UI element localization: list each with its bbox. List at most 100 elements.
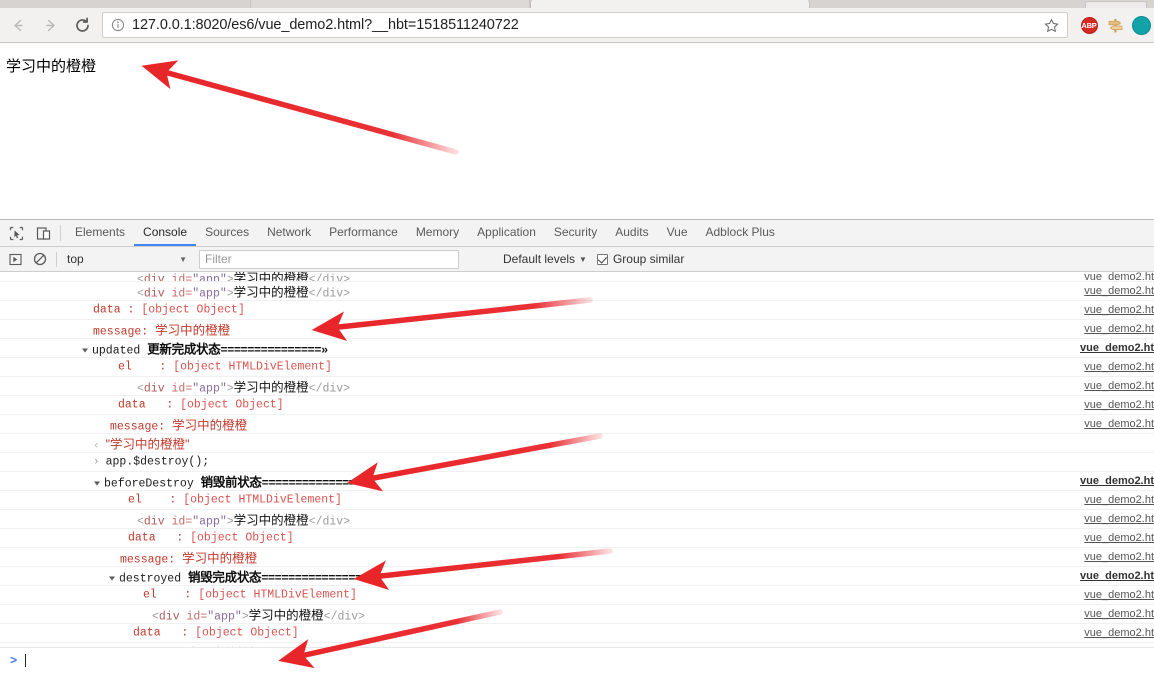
extension-adblock-plus-button[interactable]: ABP [1076, 12, 1102, 38]
console-key-value: el : [object HTMLDivElement] [118, 360, 332, 374]
console-message-value: message: 学习中的橙橙 [120, 551, 258, 567]
tab-sources[interactable]: Sources [196, 220, 258, 246]
page-viewport: 学习中的橙橙 [0, 44, 1154, 219]
star-icon [1043, 17, 1059, 32]
clear-console-icon [33, 252, 47, 266]
console-toolbar-divider [56, 251, 57, 267]
console-row[interactable]: <div id="app">学习中的橙橙</div> vue_demo2.ht [0, 605, 1154, 624]
console-row[interactable]: message: 学习中的橙橙 vue_demo2.ht [0, 415, 1154, 434]
console-row[interactable]: <div id="app">学习中的橙橙</div> vue_demo2.ht [0, 282, 1154, 301]
bookmark-star-button[interactable] [1041, 15, 1061, 35]
console-rows: <div id="app">学习中的橙橙</div> vue_demo2.ht <d… [0, 272, 1154, 673]
collapse-triangle-icon [109, 576, 115, 581]
arrow-left-icon [13, 19, 23, 31]
browser-toolbar: 127.0.0.1:8020/es6/vue_demo2.html?__hbt=… [0, 8, 1154, 43]
console-row[interactable]: updated 更新完成状态===============» vue_demo2.… [0, 339, 1154, 358]
console-row[interactable]: <div id="app">学习中的橙橙</div> vue_demo2.ht [0, 272, 1154, 282]
console-source-link[interactable]: vue_demo2.ht [1084, 304, 1154, 316]
browser-tab-active[interactable] [530, 0, 810, 8]
devtools-panel: Elements Console Sources Network Perform… [0, 219, 1154, 693]
console-key-value: el : [object HTMLDivElement] [143, 588, 357, 602]
tab-vue[interactable]: Vue [658, 220, 697, 246]
console-row[interactable]: data : [object Object] vue_demo2.ht [0, 396, 1154, 415]
console-message-list[interactable]: <div id="app">学习中的橙橙</div> vue_demo2.ht <d… [0, 272, 1154, 673]
console-row[interactable]: message: 学习中的橙橙 vue_demo2.ht [0, 320, 1154, 339]
execution-context-select[interactable]: top ▼ [63, 250, 193, 269]
tab-performance[interactable]: Performance [320, 220, 407, 246]
toolbar-divider [60, 225, 61, 241]
console-row[interactable]: data : [object Object] vue_demo2.ht [0, 624, 1154, 643]
console-row[interactable]: el : [object HTMLDivElement] vue_demo2.ht [0, 586, 1154, 605]
clear-console-button[interactable] [30, 249, 50, 269]
tab-memory[interactable]: Memory [407, 220, 468, 246]
console-row[interactable]: destroyed 销毁完成状态===============» vue_demo… [0, 567, 1154, 586]
console-source-link[interactable]: vue_demo2.ht [1084, 323, 1154, 335]
console-filter-placeholder: Filter [205, 252, 232, 266]
console-source-link[interactable]: vue_demo2.ht [1084, 399, 1154, 411]
console-row[interactable]: ‹ "学习中的橙橙" [0, 434, 1154, 453]
console-html-preview: <div id="app">学习中的橙橙</div> [137, 380, 351, 396]
console-source-link[interactable]: vue_demo2.ht [1084, 608, 1154, 620]
group-similar-label: Group similar [612, 252, 685, 266]
console-row[interactable]: el : [object HTMLDivElement] vue_demo2.ht [0, 358, 1154, 377]
tab-security[interactable]: Security [545, 220, 606, 246]
console-filter-input[interactable]: Filter [199, 249, 459, 269]
tab-elements[interactable]: Elements [66, 220, 134, 246]
console-source-link[interactable]: vue_demo2.ht [1084, 272, 1154, 281]
console-eval-result: ‹ "学习中的橙橙" [93, 437, 190, 453]
console-toolbar: top ▼ Filter Default levels ▼ Group simi… [0, 247, 1154, 272]
console-source-link[interactable]: vue_demo2.ht [1084, 532, 1154, 544]
console-prompt[interactable]: > [0, 647, 1154, 673]
console-row[interactable]: beforeDestroy 销毁前状态===============» vue_d… [0, 472, 1154, 491]
console-row[interactable]: › app.$destroy(); [0, 453, 1154, 472]
browser-tab-inactive[interactable] [250, 0, 530, 8]
execute-context-button[interactable] [5, 249, 25, 269]
info-circle-icon[interactable] [111, 18, 125, 32]
console-message-value: message: 学习中的橙橙 [110, 418, 248, 434]
console-group-header: beforeDestroy 销毁前状态===============» [94, 472, 369, 491]
console-row[interactable]: message: 学习中的橙橙 vue_demo2.ht [0, 548, 1154, 567]
group-similar-checkbox[interactable]: Group similar [596, 252, 685, 266]
console-key-value: data : [object Object] [118, 398, 284, 412]
console-source-link[interactable]: vue_demo2.ht [1080, 475, 1154, 487]
back-button[interactable] [4, 11, 32, 39]
device-toolbar-button[interactable] [32, 222, 54, 244]
console-row[interactable]: data : [object Object] vue_demo2.ht [0, 529, 1154, 548]
console-row[interactable]: <div id="app">学习中的橙橙</div> vue_demo2.ht [0, 510, 1154, 529]
tab-application[interactable]: Application [468, 220, 545, 246]
inspect-element-button[interactable] [5, 222, 27, 244]
console-source-link[interactable]: vue_demo2.ht [1084, 418, 1154, 430]
extension-signpost-button[interactable] [1102, 12, 1128, 38]
console-row[interactable]: <div id="app">学习中的橙橙</div> vue_demo2.ht [0, 377, 1154, 396]
browser-window-controls[interactable] [1085, 1, 1147, 8]
console-key-value: data : [object Object] [133, 626, 299, 640]
console-source-link[interactable]: vue_demo2.ht [1084, 513, 1154, 525]
console-source-link[interactable]: vue_demo2.ht [1084, 494, 1154, 506]
url-text[interactable]: 127.0.0.1:8020/es6/vue_demo2.html?__hbt=… [132, 17, 1041, 33]
console-levels-select[interactable]: Default levels ▼ [503, 252, 587, 266]
console-row[interactable]: el : [object HTMLDivElement] vue_demo2.ht [0, 491, 1154, 510]
tab-audits[interactable]: Audits [606, 220, 657, 246]
console-source-link[interactable]: vue_demo2.ht [1084, 285, 1154, 297]
console-source-link[interactable]: vue_demo2.ht [1084, 380, 1154, 392]
execute-context-icon [8, 253, 22, 265]
tab-console[interactable]: Console [134, 220, 197, 246]
console-source-link[interactable]: vue_demo2.ht [1084, 589, 1154, 601]
address-bar[interactable]: 127.0.0.1:8020/es6/vue_demo2.html?__hbt=… [102, 12, 1068, 38]
browser-tabstrip [0, 0, 1154, 8]
extension-teal-button[interactable] [1128, 12, 1154, 38]
reload-button[interactable] [68, 11, 96, 39]
console-source-link[interactable]: vue_demo2.ht [1084, 627, 1154, 639]
tab-adblock-plus[interactable]: Adblock Plus [697, 220, 784, 246]
abp-badge: ABP [1080, 16, 1098, 34]
console-source-link[interactable]: vue_demo2.ht [1084, 551, 1154, 563]
console-source-link[interactable]: vue_demo2.ht [1084, 361, 1154, 373]
console-source-link[interactable]: vue_demo2.ht [1080, 342, 1154, 354]
forward-button[interactable] [36, 11, 64, 39]
device-toolbar-icon [36, 226, 50, 240]
console-row[interactable]: data : [object Object] vue_demo2.ht [0, 301, 1154, 320]
arrow-right-icon [45, 19, 55, 31]
tab-network[interactable]: Network [258, 220, 320, 246]
console-source-link[interactable]: vue_demo2.ht [1080, 570, 1154, 582]
console-html-preview: <div id="app">学习中的橙橙</div> [152, 608, 366, 624]
